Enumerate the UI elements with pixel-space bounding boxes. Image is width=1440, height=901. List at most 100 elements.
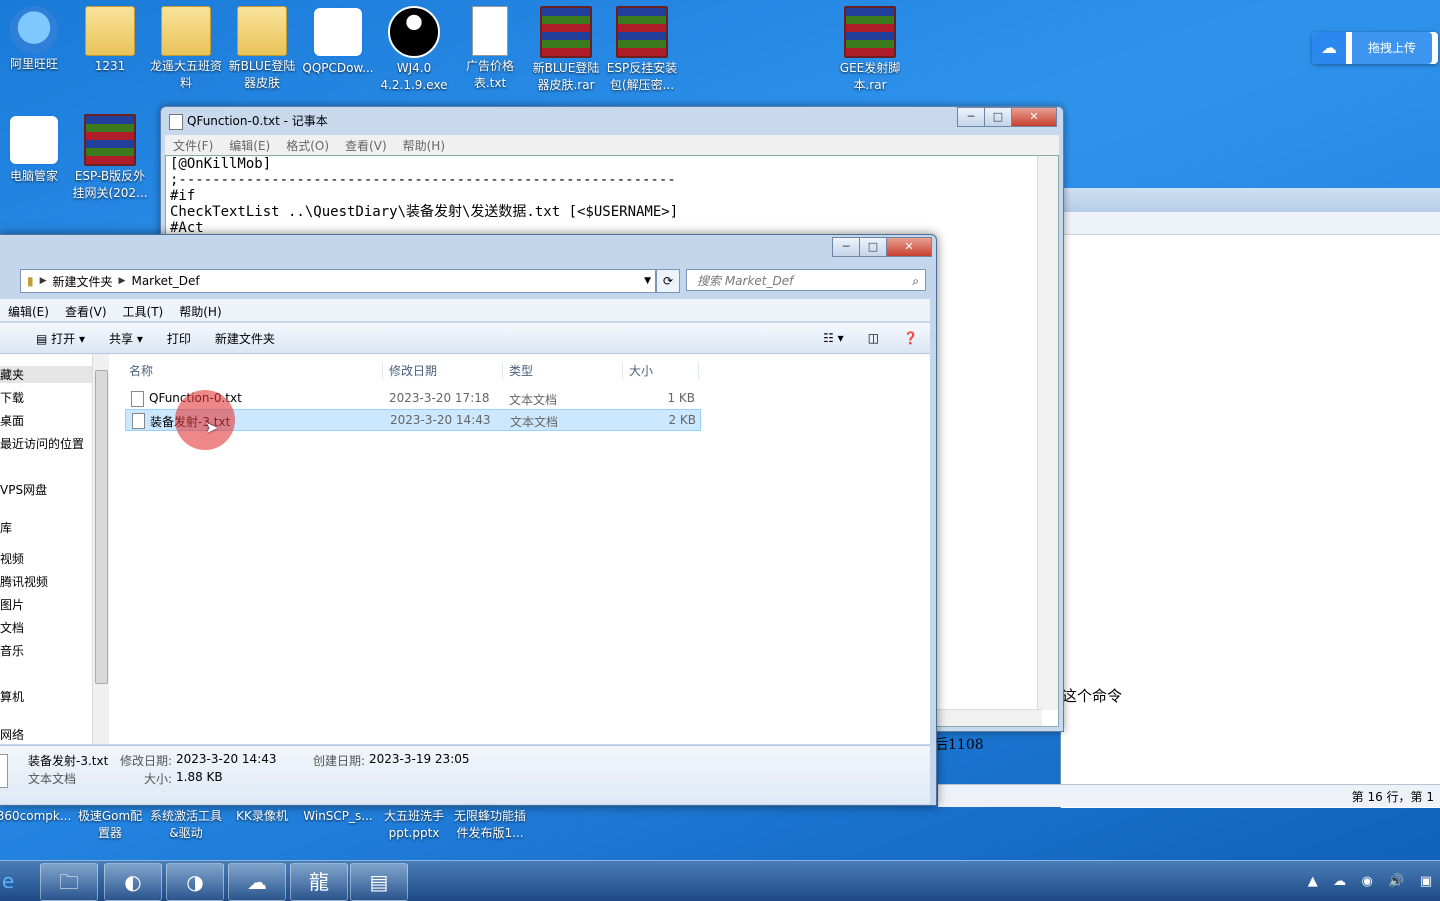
search-input[interactable]: 搜索 Market_Def ⌕ <box>686 269 926 291</box>
desktop-icon-pcmanager[interactable]: 电脑管家 <box>0 108 72 185</box>
desktop-icon-esp-b[interactable]: ESP-B版反外挂网关(202... <box>72 108 148 202</box>
desktop-icon-qqpcdow[interactable]: QQPCDow... <box>300 0 376 77</box>
preview-pane-icon[interactable]: ◫ <box>856 331 891 345</box>
desktop-icon-longyao[interactable]: 龙遥大五班资料 <box>148 0 224 92</box>
nav-computer[interactable]: 算机 <box>0 688 24 705</box>
minimize-button[interactable]: ─ <box>957 107 985 127</box>
close-button[interactable]: ✕ <box>886 237 932 257</box>
nav-tencent-video[interactable]: 腾讯视频 <box>0 573 48 590</box>
desktop-icon-ad-price[interactable]: 广告价格表.txt <box>452 0 528 92</box>
desktop-icon-activation[interactable]: 系统激活工具&驱动 <box>148 808 224 842</box>
print-button[interactable]: 打印 <box>155 330 203 347</box>
nav-recent[interactable]: 最近访问的位置 <box>0 435 84 452</box>
nav-library[interactable]: 库 <box>0 519 12 536</box>
nav-music[interactable]: 音乐 <box>0 642 24 659</box>
browser-icon[interactable]: ◐ <box>104 863 162 901</box>
txt-file-icon <box>131 391 144 407</box>
maximize-button[interactable]: □ <box>859 237 887 257</box>
desktop-icon-newblue-folder[interactable]: 新BLUE登陆器皮肤 <box>224 0 300 92</box>
dragon-app-icon[interactable]: 龍 <box>290 863 348 901</box>
column-type[interactable]: 类型 <box>503 362 623 380</box>
desktop-icon-360compk[interactable]: 360compk... <box>0 808 72 825</box>
network-icon[interactable]: ▣ <box>1420 874 1432 889</box>
share-button[interactable]: 共享 ▾ <box>97 330 155 347</box>
desktop-icon-gom[interactable]: 极速Gom配置器 <box>72 808 148 842</box>
close-button[interactable]: ✕ <box>1011 107 1057 127</box>
chevron-up-icon[interactable]: ▲ <box>1308 874 1318 889</box>
volume-icon[interactable]: 🔊 <box>1388 874 1404 889</box>
window-controls: ─ □ ✕ <box>957 107 1057 127</box>
scroll-thumb[interactable] <box>95 370 108 684</box>
explorer-icon[interactable]: 🗀 <box>40 863 98 901</box>
explorer-window[interactable]: ─ □ ✕ ▮ ▶ 新建文件夹 ▶ Market_Def ▼ ⟳ 搜索 Mark… <box>0 234 937 806</box>
ie-icon[interactable]: e <box>0 863 36 899</box>
menu-help[interactable]: 帮助(H) <box>171 299 229 321</box>
menu-edit[interactable]: 编辑(E) <box>0 299 57 321</box>
nav-favorites[interactable]: 藏夹 <box>0 366 92 383</box>
menu-format[interactable]: 格式(O) <box>278 135 337 155</box>
menu-view[interactable]: 查看(V) <box>337 135 395 155</box>
help-icon[interactable]: ❓ <box>891 331 930 345</box>
rar-icon <box>540 6 592 58</box>
column-name[interactable]: 名称 <box>123 362 383 380</box>
nav-desktop[interactable]: 桌面 <box>0 412 24 429</box>
nav-downloads[interactable]: 下载 <box>0 389 24 406</box>
editor-line: [@OnKillMob] <box>170 156 272 172</box>
refresh-button[interactable]: ⟳ <box>656 269 680 293</box>
nav-videos[interactable]: 视频 <box>0 550 24 567</box>
menu-tools[interactable]: 工具(T) <box>115 299 172 321</box>
baidu-icon[interactable]: ☁ <box>1333 874 1346 889</box>
yinyang-icon <box>388 6 440 58</box>
background-window <box>1060 188 1440 808</box>
rar-icon <box>84 114 136 166</box>
file-size: 1 KB <box>667 391 695 405</box>
new-folder-button[interactable]: 新建文件夹 <box>203 330 287 347</box>
desktop-icon-gee[interactable]: GEE发射脚本.rar <box>832 0 908 94</box>
taskbar: e 🗀 ◐ ◑ ☁ 龍 ▤ ▲ ☁ ◉ 🔊 ▣ <box>0 860 1440 901</box>
menu-file[interactable]: 文件(F) <box>165 135 221 155</box>
editor-line: ;---------------------------------------… <box>170 172 676 188</box>
desktop-icon-wj40[interactable]: WJ4.0 4.2.1.9.exe <box>376 0 452 94</box>
breadcrumb-item[interactable]: Market_Def <box>125 274 205 288</box>
nav-scrollbar[interactable] <box>92 354 109 744</box>
file-date: 2023-3-20 14:43 <box>390 413 491 427</box>
menu-help[interactable]: 帮助(H) <box>395 135 453 155</box>
menu-view[interactable]: 查看(V) <box>57 299 115 321</box>
desktop-icon-plugin[interactable]: 无限蜂功能插件发布版1... <box>452 808 528 842</box>
search-icon: ⌕ <box>912 274 919 288</box>
notepad-icon[interactable]: ▤ <box>350 863 408 901</box>
breadcrumb-item[interactable]: 新建文件夹 <box>47 273 119 290</box>
nav-vps[interactable]: VPS网盘 <box>0 481 47 498</box>
desktop-icon-pptx[interactable]: 大五班洗手ppt.pptx <box>376 808 452 842</box>
qq-icon[interactable]: ◉ <box>1362 874 1373 889</box>
browser-icon[interactable]: ◑ <box>166 863 224 901</box>
vertical-scrollbar[interactable] <box>1037 156 1058 710</box>
details-created: 2023-3-19 23:05 <box>369 752 470 766</box>
desktop-icon-1231[interactable]: 1231 <box>72 0 148 75</box>
desktop-icon-esp-install[interactable]: ESP反挂安装包(解压密... <box>604 0 680 94</box>
folder-icon <box>85 6 135 56</box>
desktop-icon-kk[interactable]: KK录像机 <box>224 808 300 825</box>
minimize-button[interactable]: ─ <box>832 237 860 257</box>
view-options-icon[interactable]: ☷ ▾ <box>811 331 856 345</box>
baidu-netdisk-icon[interactable]: ☁ <box>228 863 286 901</box>
nav-pictures[interactable]: 图片 <box>0 596 24 613</box>
column-size[interactable]: 大小 <box>623 362 699 380</box>
menu-edit[interactable]: 编辑(E) <box>221 135 278 155</box>
desktop-icon-newblue-rar[interactable]: 新BLUE登陆器皮肤.rar <box>528 0 604 94</box>
column-date[interactable]: 修改日期 <box>383 362 503 380</box>
nav-network[interactable]: 网络 <box>0 726 24 740</box>
file-date: 2023-3-20 17:18 <box>389 391 490 405</box>
baidu-upload-widget[interactable]: ☁ 拖拽上传 <box>1312 32 1438 64</box>
window-title: QFunction-0.txt - 记事本 <box>187 114 328 128</box>
open-button[interactable]: ▤ 打开 ▾ <box>0 330 97 347</box>
nav-documents[interactable]: 文档 <box>0 619 24 636</box>
desktop-icon-winscp[interactable]: WinSCP_s... <box>300 808 376 825</box>
maximize-button[interactable]: □ <box>984 107 1012 127</box>
background-window-titlebar <box>1061 188 1440 212</box>
mouse-pointer-icon: ➤ <box>205 418 219 437</box>
chevron-down-icon[interactable]: ▼ <box>644 276 655 286</box>
system-tray: ▲ ☁ ◉ 🔊 ▣ <box>1300 861 1440 901</box>
address-bar[interactable]: ▮ ▶ 新建文件夹 ▶ Market_Def ▼ <box>20 269 656 293</box>
desktop-icon-aliwangwang[interactable]: 阿里旺旺 <box>0 0 72 73</box>
